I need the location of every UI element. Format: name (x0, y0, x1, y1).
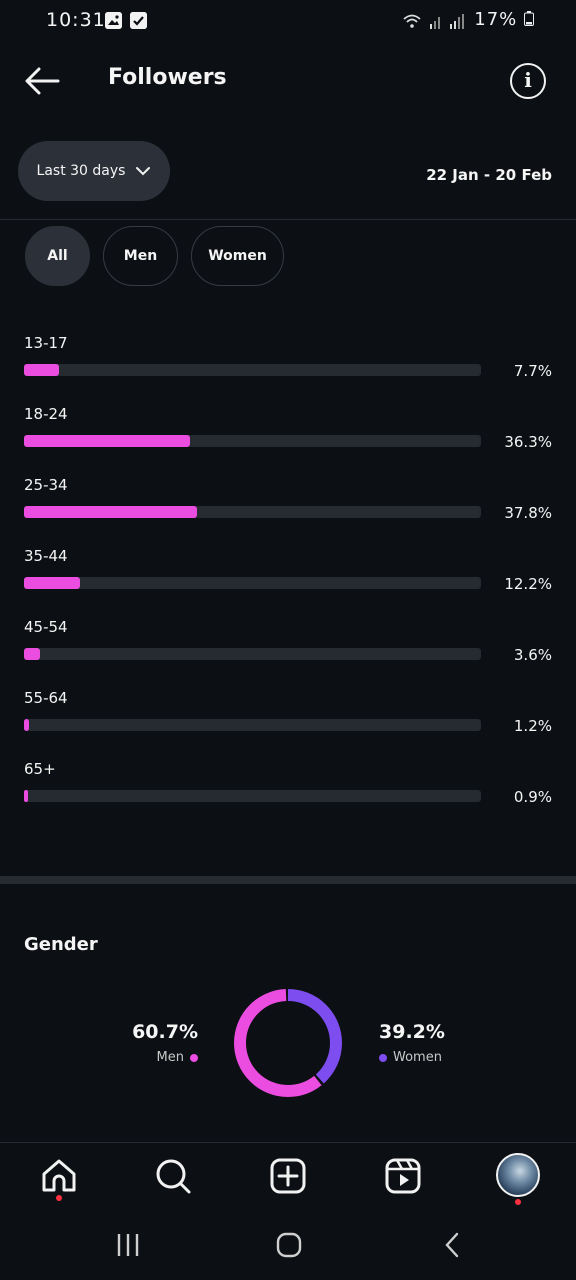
age-range-label: 13-17 (24, 334, 68, 352)
age-bar-track (24, 790, 481, 802)
age-range-label: 45-54 (24, 618, 68, 636)
age-bar-fill (24, 719, 29, 731)
gallery-icon (105, 12, 122, 29)
age-row: 25-34 37.8% (24, 476, 554, 536)
age-range-label: 65+ (24, 760, 56, 778)
divider (0, 219, 576, 220)
status-bar: 10:31 17% (0, 0, 576, 42)
age-bar-track (24, 577, 481, 589)
age-bar-fill (24, 364, 59, 376)
age-row: 35-44 12.2% (24, 547, 554, 607)
age-row: 65+ 0.9% (24, 760, 554, 820)
page-title: Followers (108, 65, 227, 90)
women-legend-label: Women (393, 1050, 442, 1065)
recent-apps-icon[interactable] (115, 1232, 141, 1262)
profile-notification-dot (515, 1199, 521, 1205)
age-row: 13-17 7.7% (24, 334, 554, 394)
profile-avatar[interactable] (496, 1153, 540, 1197)
age-range-label: 55-64 (24, 689, 68, 707)
age-range-label: 25-34 (24, 476, 68, 494)
date-range-dropdown[interactable]: Last 30 days (18, 141, 170, 201)
home-notification-dot (56, 1195, 62, 1201)
age-range-label: 35-44 (24, 547, 68, 565)
women-percent: 39.2% (379, 1021, 445, 1043)
men-legend-label: Men (156, 1050, 184, 1065)
age-bar-fill (24, 648, 40, 660)
system-back-icon[interactable] (440, 1232, 466, 1262)
battery-percent: 17% (474, 9, 534, 30)
age-range-percent: 0.9% (513, 788, 552, 806)
age-bar-track (24, 648, 481, 660)
women-legend: Women (379, 1050, 442, 1065)
age-bar-track (24, 435, 481, 447)
status-time: 10:31 (46, 9, 106, 31)
age-bar-fill (24, 790, 28, 802)
reels-icon[interactable] (382, 1155, 424, 1197)
age-range-percent: 37.8% (504, 504, 552, 522)
section-divider (0, 876, 576, 884)
men-percent: 60.7% (132, 1021, 198, 1043)
filter-women[interactable]: Women (191, 226, 284, 286)
age-row: 45-54 3.6% (24, 618, 554, 678)
age-bar-fill (24, 435, 190, 447)
age-row: 18-24 36.3% (24, 405, 554, 465)
men-legend: Men (157, 1050, 198, 1065)
men-legend-dot (190, 1053, 198, 1062)
age-range-percent: 1.2% (513, 717, 552, 735)
women-legend-dot (379, 1053, 387, 1062)
filter-all[interactable]: All (25, 226, 90, 286)
header: Followers i (0, 50, 576, 112)
home-icon[interactable] (38, 1155, 80, 1197)
filter-men[interactable]: Men (103, 226, 178, 286)
back-arrow-icon[interactable] (22, 64, 62, 98)
gender-title: Gender (24, 934, 98, 955)
age-range-label: 18-24 (24, 405, 68, 423)
search-icon[interactable] (152, 1155, 194, 1197)
age-bar-track (24, 719, 481, 731)
checkbox-notification-icon (130, 12, 147, 29)
wifi-signal-icon (402, 12, 466, 30)
date-range-dropdown-label: Last 30 days (36, 163, 126, 179)
gender-donut-chart (234, 989, 342, 1097)
age-row: 55-64 1.2% (24, 689, 554, 749)
age-range-percent: 36.3% (504, 433, 552, 451)
home-button-icon[interactable] (276, 1232, 302, 1262)
create-post-icon[interactable] (267, 1155, 309, 1197)
system-nav-bar (0, 1212, 576, 1280)
age-bar-track (24, 364, 481, 376)
chevron-down-icon (136, 167, 151, 176)
battery-icon (524, 11, 534, 26)
age-bar-track (24, 506, 481, 518)
age-bar-fill (24, 506, 197, 518)
age-range-percent: 3.6% (513, 646, 552, 664)
bottom-nav (0, 1142, 576, 1212)
info-icon[interactable]: i (510, 63, 546, 99)
age-range-percent: 7.7% (513, 362, 552, 380)
date-range-text: 22 Jan - 20 Feb (426, 166, 552, 184)
age-range-percent: 12.2% (504, 575, 552, 593)
age-bar-fill (24, 577, 80, 589)
